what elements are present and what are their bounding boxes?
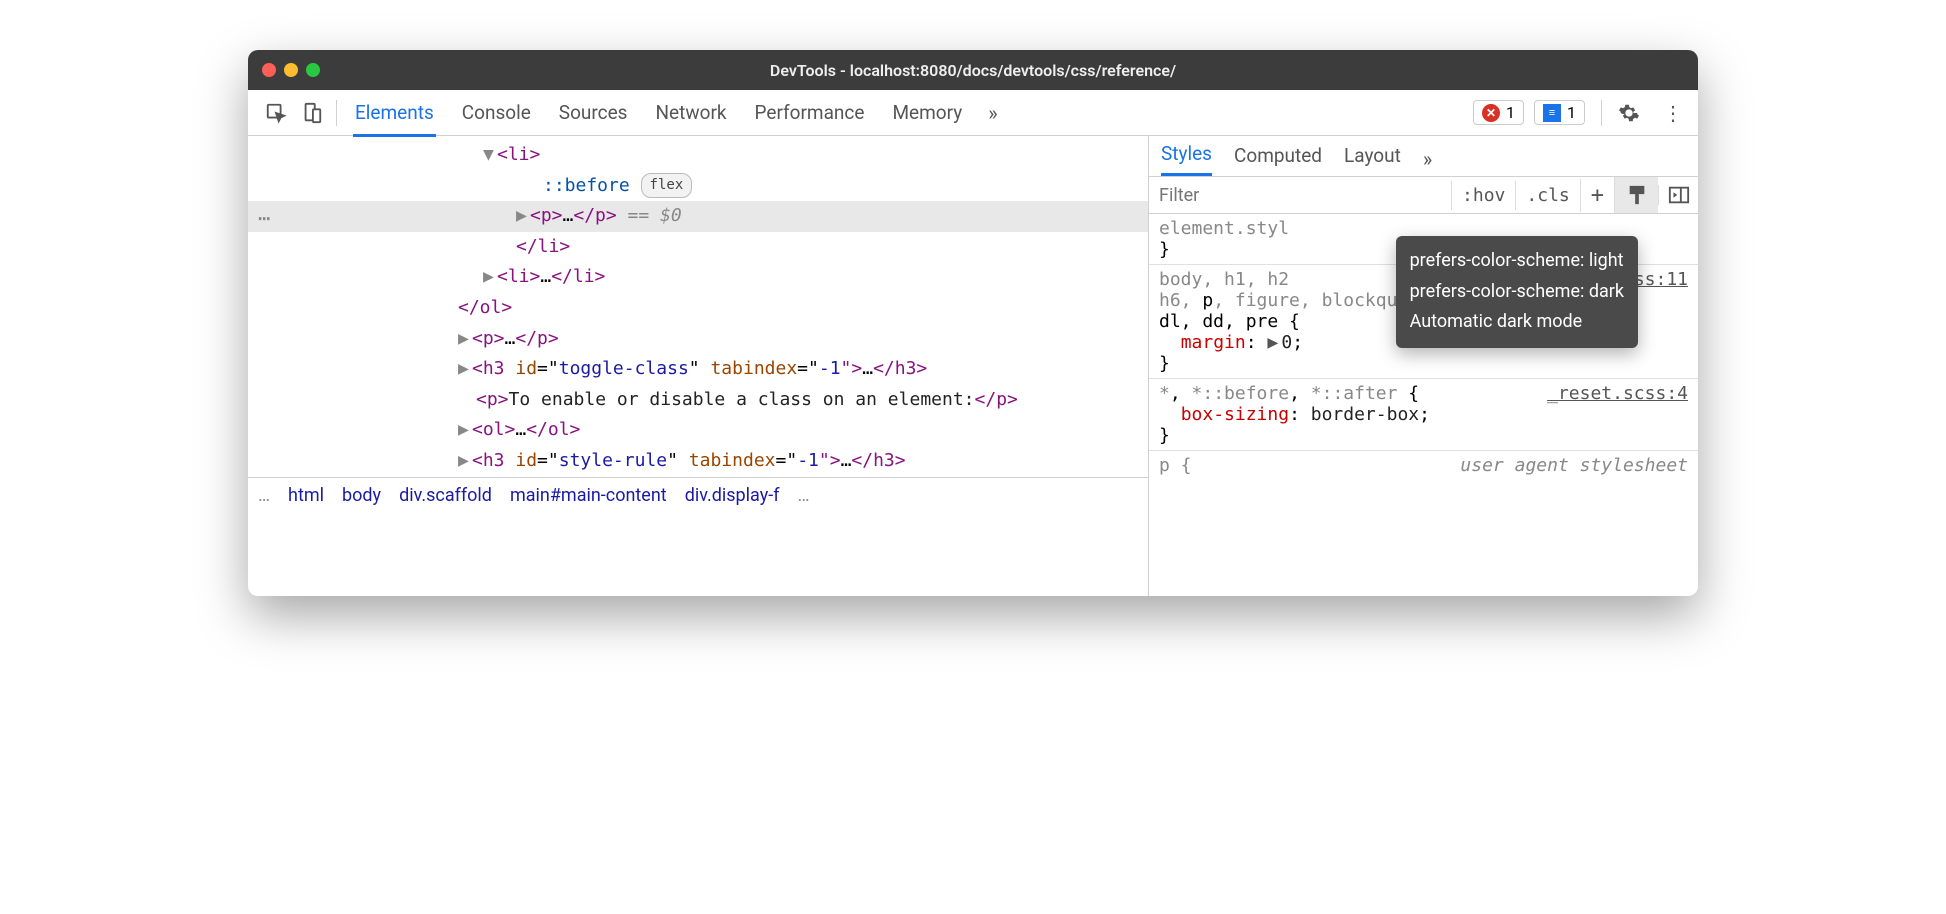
breadcrumb-item[interactable]: body	[342, 485, 381, 506]
more-tabs-icon[interactable]: »	[988, 101, 997, 125]
style-rule[interactable]: _reset.scss:4*, *::before, *::after { bo…	[1149, 379, 1698, 451]
source-link[interactable]: _reset.scss:4	[1547, 383, 1688, 404]
tab-memory[interactable]: Memory	[890, 91, 964, 134]
main-toolbar: Elements Console Sources Network Perform…	[248, 90, 1698, 136]
errors-count: 1	[1506, 103, 1515, 122]
elements-pane: ▼<li> ::before flex ▶<p>…</p> == $0 </li…	[248, 136, 1148, 596]
breadcrumb-overflow[interactable]: …	[258, 485, 270, 506]
issues-count: 1	[1567, 103, 1576, 122]
styles-tabs: Styles Computed Layout »	[1149, 136, 1698, 177]
settings-icon[interactable]	[1618, 102, 1648, 124]
kebab-menu-icon[interactable]: ⋮	[1658, 101, 1688, 125]
breadcrumb: … html body div.scaffold main#main-conte…	[248, 477, 1148, 513]
dom-node[interactable]: </ol>	[458, 297, 512, 318]
tab-console[interactable]: Console	[460, 91, 533, 134]
more-side-tabs-icon[interactable]: »	[1423, 147, 1432, 171]
cls-button[interactable]: .cls	[1515, 181, 1579, 210]
device-toggle-icon[interactable]	[294, 95, 330, 131]
rendering-emulations-icon[interactable]	[1614, 177, 1658, 213]
dom-node[interactable]: ▶<h3 id="style-rule" tabindex="-1">…</h3…	[248, 446, 1148, 477]
style-rule[interactable]: user agent stylesheetp {	[1149, 451, 1698, 480]
dom-tree[interactable]: ▼<li> ::before flex ▶<p>…</p> == $0 </li…	[248, 136, 1148, 477]
tab-network[interactable]: Network	[653, 91, 728, 134]
inspect-element-icon[interactable]	[258, 95, 294, 131]
window-title: DevTools - localhost:8080/docs/devtools/…	[248, 61, 1698, 80]
hov-button[interactable]: :hov	[1451, 181, 1515, 210]
tab-sources[interactable]: Sources	[557, 91, 630, 134]
dom-node[interactable]: ▶<h3 id="toggle-class" tabindex="-1">…</…	[248, 354, 1148, 385]
breadcrumb-item[interactable]: html	[288, 485, 324, 506]
tab-styles[interactable]: Styles	[1161, 142, 1212, 176]
issues-badge[interactable]: ≡ 1	[1534, 100, 1585, 125]
dom-node[interactable]: <li>	[497, 144, 540, 165]
titlebar: DevTools - localhost:8080/docs/devtools/…	[248, 50, 1698, 90]
flex-badge[interactable]: flex	[641, 173, 693, 199]
devtools-window: DevTools - localhost:8080/docs/devtools/…	[248, 50, 1698, 596]
breadcrumb-overflow[interactable]: …	[797, 485, 809, 506]
eq0-marker: == $0	[617, 205, 682, 226]
popup-item-light[interactable]: prefers-color-scheme: light	[1410, 246, 1624, 277]
separator	[1601, 100, 1602, 126]
dom-node[interactable]: <p>To enable or disable a class on an el…	[248, 385, 1148, 416]
tab-layout[interactable]: Layout	[1344, 144, 1401, 175]
dom-pseudo[interactable]: ::before	[543, 175, 630, 196]
toggle-computed-panel-icon[interactable]	[1658, 185, 1698, 205]
rendering-emulation-popup: prefers-color-scheme: light prefers-colo…	[1396, 236, 1638, 348]
tab-performance[interactable]: Performance	[753, 91, 867, 134]
tab-elements[interactable]: Elements	[353, 91, 436, 137]
styles-pane: Styles Computed Layout » :hov .cls + e	[1148, 136, 1698, 596]
tab-computed[interactable]: Computed	[1234, 144, 1322, 175]
styles-filter-input[interactable]	[1149, 179, 1451, 212]
error-icon: ✕	[1482, 104, 1500, 122]
dom-node[interactable]: ▶<ol>…</ol>	[248, 415, 1148, 446]
toolbar-right: ✕ 1 ≡ 1 ⋮	[1473, 100, 1688, 126]
dom-selected-row[interactable]: ▶<p>…</p> == $0	[248, 201, 1148, 232]
popup-item-auto-dark[interactable]: Automatic dark mode	[1410, 307, 1624, 338]
main-tabs: Elements Console Sources Network Perform…	[343, 91, 1473, 134]
body-split: ▼<li> ::before flex ▶<p>…</p> == $0 </li…	[248, 136, 1698, 596]
dom-node[interactable]: </li>	[516, 236, 570, 257]
separator	[336, 100, 337, 126]
user-agent-label: user agent stylesheet	[1460, 455, 1688, 476]
issue-icon: ≡	[1543, 104, 1561, 122]
errors-badge[interactable]: ✕ 1	[1473, 100, 1524, 125]
new-rule-button[interactable]: +	[1580, 179, 1614, 212]
breadcrumb-item[interactable]: div.scaffold	[399, 485, 492, 506]
breadcrumb-item[interactable]: div.display-f	[685, 485, 780, 506]
filter-row: :hov .cls +	[1149, 177, 1698, 214]
popup-item-dark[interactable]: prefers-color-scheme: dark	[1410, 277, 1624, 308]
breadcrumb-item[interactable]: main#main-content	[510, 485, 667, 506]
